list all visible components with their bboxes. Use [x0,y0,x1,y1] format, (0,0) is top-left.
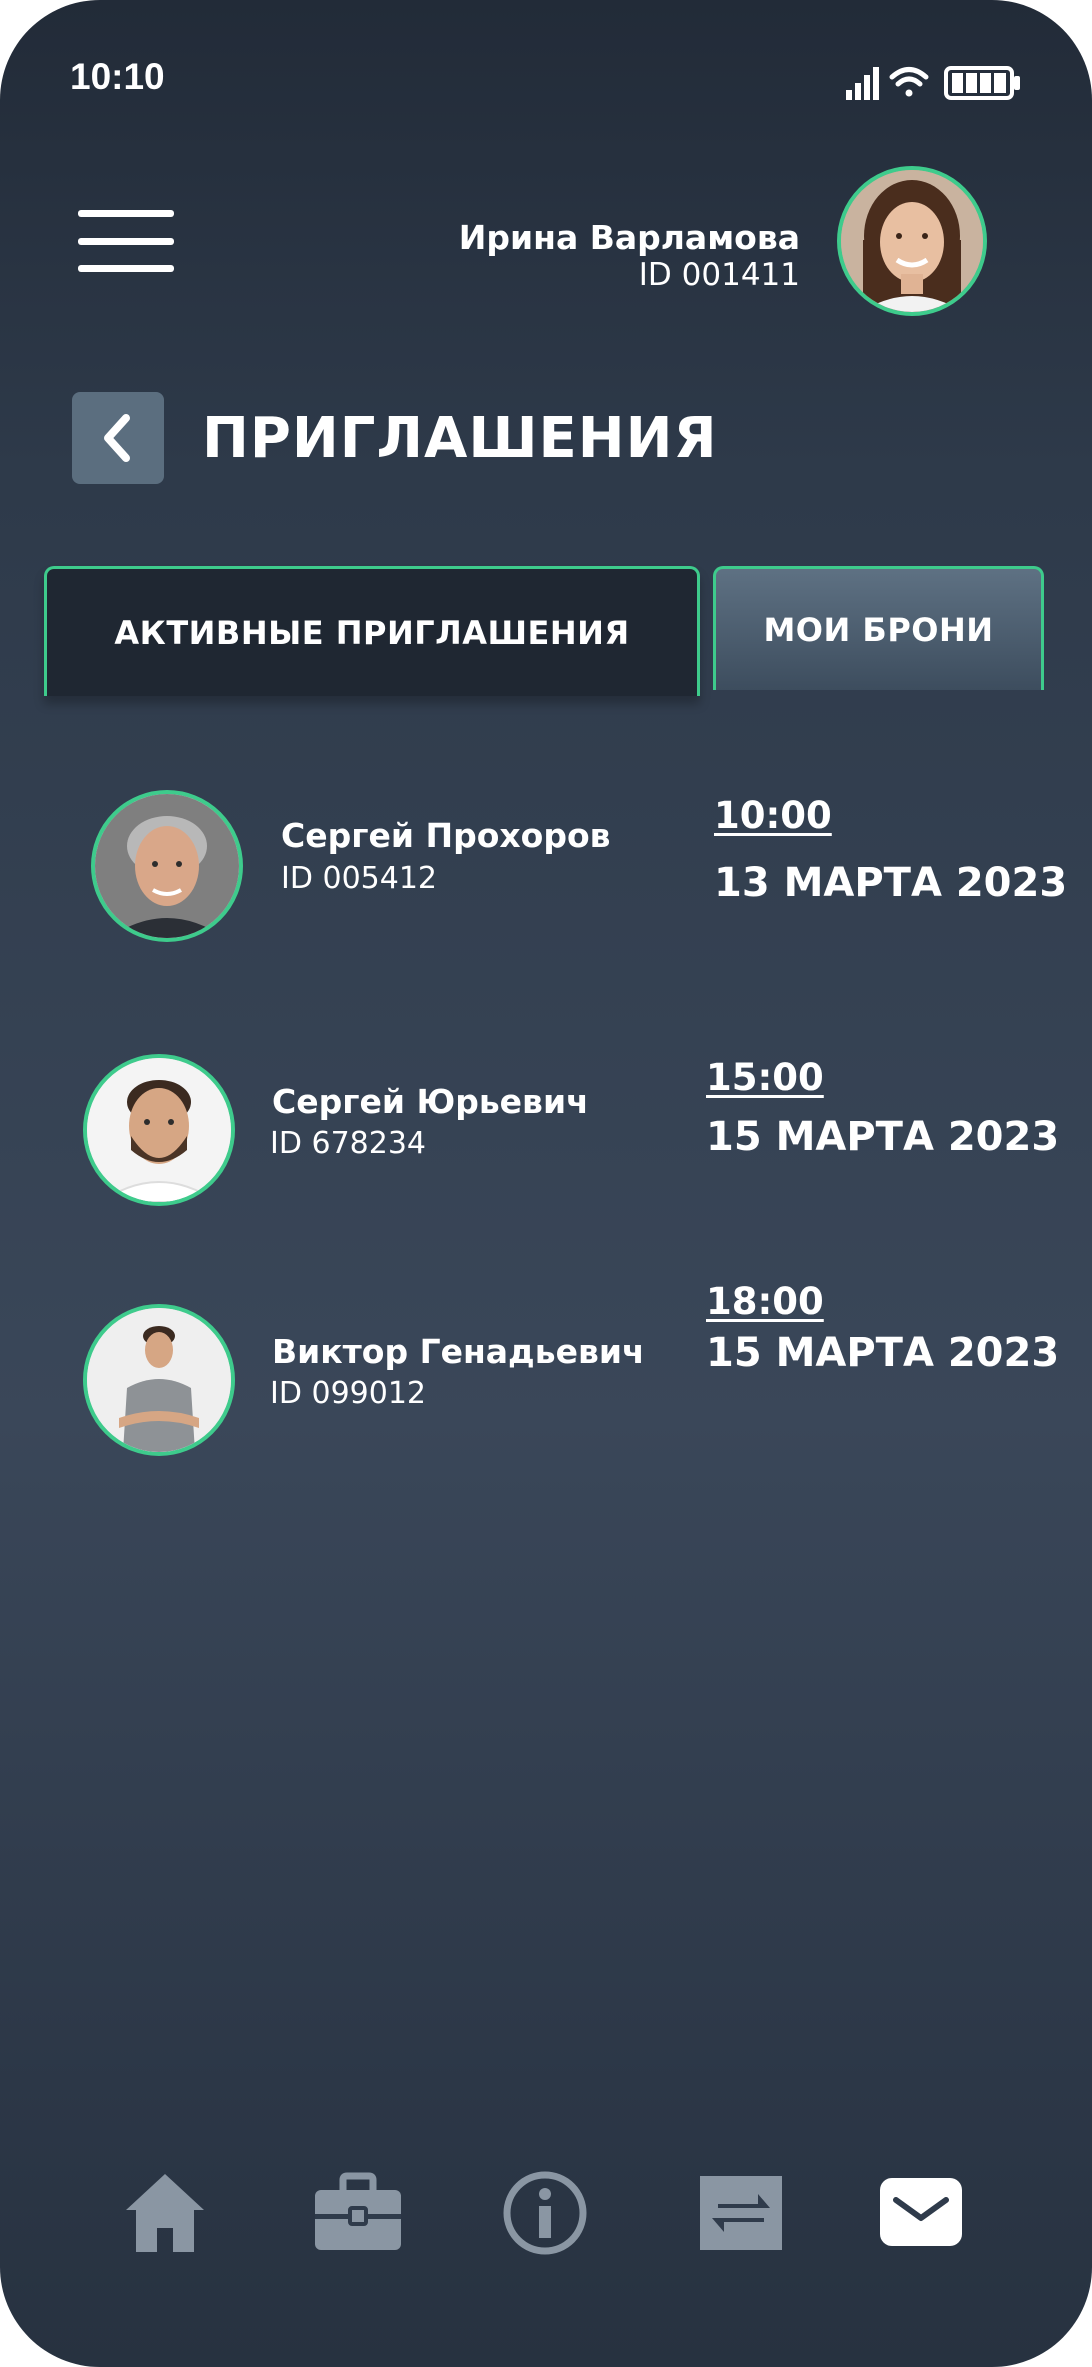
invitation-date: 15 МАРТА 2023 [706,1114,1060,1160]
menu-line-icon [78,265,174,272]
menu-button[interactable] [78,210,174,272]
list-item[interactable]: Сергей Юрьевич ID 678234 15:00 15 МАРТА … [0,1050,1092,1220]
list-item[interactable]: Виктор Генадьевич ID 099012 18:00 15 МАР… [0,1280,1092,1470]
signal-icon [846,67,879,100]
nav-info[interactable] [500,2168,590,2258]
user-info: Ирина Варламова ID 001411 [459,218,800,292]
invitee-avatar [83,1054,235,1206]
avatar-portrait [87,1308,231,1452]
phone-screen: 10:10 Ирина Варламова ID 001411 ПРИГЛАШЕ… [0,0,1092,2367]
invitation-time: 18:00 [706,1280,824,1323]
list-item[interactable]: Сергей Прохоров ID 005412 10:00 13 МАРТА… [0,786,1092,956]
nav-home[interactable] [120,2168,210,2258]
nav-briefcase[interactable] [313,2168,403,2258]
battery-icon [944,66,1020,100]
nav-exchange[interactable] [696,2168,786,2258]
wifi-icon [889,67,929,97]
nav-mail[interactable] [876,2168,966,2258]
avatar-portrait [87,1058,231,1202]
invitee-id: ID 005412 [281,861,438,896]
invitation-date: 15 МАРТА 2023 [706,1330,1060,1376]
avatar-portrait [95,794,239,938]
exchange-icon [700,2176,782,2250]
chevron-left-icon [104,414,130,462]
page-title: ПРИГЛАШЕНИЯ [202,406,718,471]
invitee-avatar [83,1304,235,1456]
invitee-id: ID 099012 [270,1376,427,1411]
invitee-id: ID 678234 [270,1126,427,1161]
invitee-avatar [91,790,243,942]
menu-line-icon [78,238,174,245]
tab-active-invitations[interactable]: АКТИВНЫЕ ПРИГЛАШЕНИЯ [44,566,700,696]
invitee-name: Виктор Генадьевич [272,1332,645,1371]
status-time: 10:10 [70,56,165,97]
menu-line-icon [78,210,174,217]
back-button[interactable] [72,392,164,484]
invitee-name: Сергей Юрьевич [272,1082,589,1121]
invitation-time: 10:00 [714,794,832,837]
briefcase-icon [315,2172,401,2250]
invitation-date: 13 МАРТА 2023 [714,860,1068,906]
user-name: Ирина Варламова [458,218,800,257]
mail-icon [880,2178,962,2246]
status-icons [846,66,1020,100]
info-icon [503,2171,587,2255]
invitation-time: 15:00 [706,1056,824,1099]
user-avatar[interactable] [837,166,987,316]
tab-my-bookings[interactable]: МОИ БРОНИ [713,566,1044,690]
invitee-name: Сергей Прохоров [281,816,611,855]
home-icon [126,2174,204,2252]
avatar-portrait [841,170,983,312]
user-id: ID 001411 [638,257,800,293]
